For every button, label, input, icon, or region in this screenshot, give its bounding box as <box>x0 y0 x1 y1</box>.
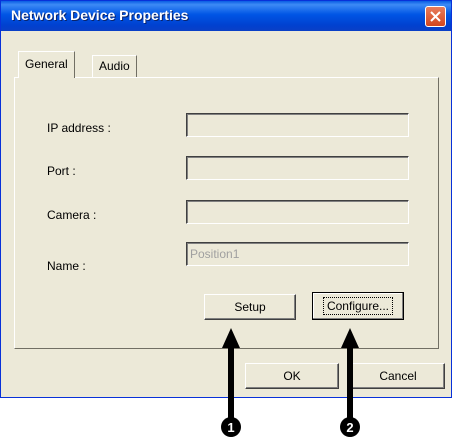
name-field[interactable]: Position1 <box>186 242 409 266</box>
callout-number-2: 2 <box>346 419 354 435</box>
camera-label: Camera : <box>47 208 97 222</box>
cancel-button-label: Cancel <box>379 369 417 383</box>
ip-address-field[interactable] <box>186 113 409 137</box>
cancel-button[interactable]: Cancel <box>351 363 445 389</box>
setup-button[interactable]: Setup <box>204 294 296 320</box>
setup-button-label: Setup <box>234 300 266 314</box>
ok-button[interactable]: OK <box>245 363 339 389</box>
camera-field[interactable] <box>186 200 409 224</box>
callout-badge-1: 1 <box>221 417 241 437</box>
callout-badge-2: 2 <box>340 417 360 437</box>
name-placeholder: Position1 <box>190 247 240 261</box>
port-label: Port : <box>47 164 76 178</box>
close-button[interactable] <box>425 6 446 27</box>
callout-arrow-1 <box>222 328 240 418</box>
tab-general-label: General <box>25 57 68 71</box>
close-icon <box>430 11 441 22</box>
tab-general[interactable]: General <box>18 51 75 78</box>
ok-button-label: OK <box>283 369 301 383</box>
tab-audio-label: Audio <box>99 59 130 73</box>
tab-audio[interactable]: Audio <box>92 55 137 77</box>
port-field[interactable] <box>186 156 409 180</box>
callout-arrow-2 <box>341 328 359 418</box>
configure-button-label: Configure... <box>322 297 394 315</box>
configure-button[interactable]: Configure... <box>312 292 404 320</box>
callout-number-1: 1 <box>227 419 235 435</box>
name-label: Name : <box>47 259 86 273</box>
window-title: Network Device Properties <box>11 7 189 23</box>
ip-address-label: IP address : <box>47 121 111 135</box>
title-bar[interactable]: Network Device Properties <box>1 1 451 31</box>
